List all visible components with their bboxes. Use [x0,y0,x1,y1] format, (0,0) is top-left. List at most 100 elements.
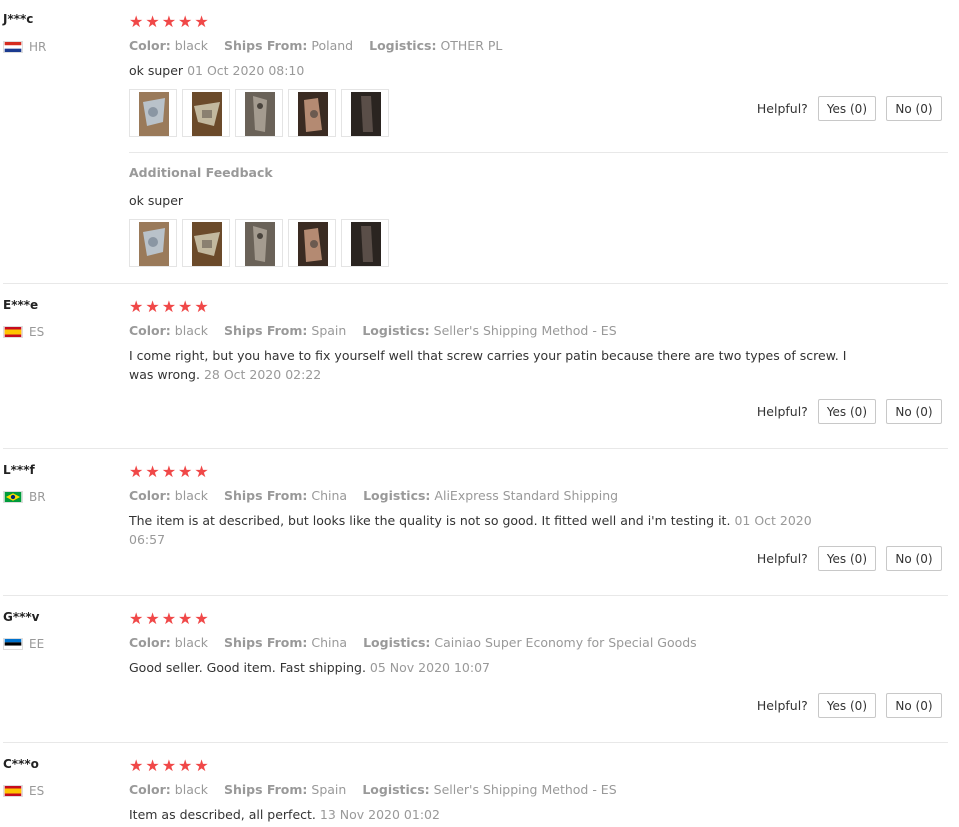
country-code: ES [29,325,45,339]
order-meta: Color: black Ships From: Poland Logistic… [129,38,502,53]
review-divider [3,595,948,596]
helpful-controls: Helpful? Yes (0) No (0) [757,399,942,424]
color-label: Color: [129,782,171,797]
review-body: Item as described, all perfect. [129,807,316,822]
spain-flag-icon [3,785,23,797]
star-icon: ★ [145,12,160,31]
review-date: 01 Oct 2020 08:10 [187,63,305,78]
star-rating: ★ ★ ★ ★ ★ [129,299,209,315]
reviewer-name: J***c [3,12,34,26]
star-icon: ★ [194,609,209,628]
helpful-label: Helpful? [756,404,808,419]
star-rating: ★ ★ ★ ★ ★ [129,611,209,627]
color-label: Color: [129,323,171,338]
star-icon: ★ [161,12,177,31]
review-divider [3,448,948,449]
logistics-value: Seller's Shipping Method - ES [433,323,617,338]
helpful-controls: Helpful? Yes (0) No (0) [757,693,942,718]
star-icon: ★ [129,297,144,316]
ships-from-value: China [311,635,348,650]
review-photo[interactable] [129,219,177,267]
review-photo[interactable] [182,219,230,267]
helpful-no-button[interactable]: No (0) [886,546,942,571]
additional-feedback-label: Additional Feedback [129,165,273,180]
star-icon: ★ [194,12,209,31]
color-value: black [174,782,208,797]
review-text: I come right, but you have to fix yourse… [129,346,849,384]
review-photo[interactable] [341,219,389,267]
review-body: The item is at described, but looks like… [129,513,731,528]
star-rating: ★ ★ ★ ★ ★ [129,14,209,30]
review-divider [3,283,948,284]
star-icon: ★ [178,297,193,316]
logistics-value: Seller's Shipping Method - ES [433,782,617,797]
review-photo[interactable] [129,89,177,137]
helpful-no-button[interactable]: No (0) [886,399,942,424]
logistics-label: Logistics: [369,38,437,53]
star-icon: ★ [129,12,144,31]
country-code: BR [29,490,46,504]
review-body: Good seller. Good item. Fast shipping. [129,660,366,675]
reviewer-country: ES [3,784,44,798]
additional-photos [129,219,389,267]
review-text: Good seller. Good item. Fast shipping. 05… [129,658,849,677]
star-icon: ★ [145,462,160,481]
star-icon: ★ [161,297,177,316]
star-icon: ★ [178,462,193,481]
star-icon: ★ [145,297,160,316]
helpful-yes-button[interactable]: Yes (0) [817,546,876,571]
helpful-yes-button[interactable]: Yes (0) [817,693,876,718]
review-photo[interactable] [288,89,336,137]
helpful-label: Helpful? [756,101,808,116]
review-date: 05 Nov 2020 10:07 [369,660,490,675]
helpful-no-button[interactable]: No (0) [886,693,942,718]
review-text: ok super 01 Oct 2020 08:10 [129,61,849,80]
helpful-controls: Helpful? Yes (0) No (0) [757,96,942,121]
logistics-label: Logistics: [362,323,430,338]
star-icon: ★ [178,12,193,31]
logistics-label: Logistics: [363,488,431,503]
star-icon: ★ [129,462,144,481]
color-value: black [174,38,208,53]
star-icon: ★ [161,462,177,481]
estonia-flag-icon [3,638,23,650]
divider [129,152,948,153]
color-label: Color: [129,38,171,53]
color-value: black [174,323,208,338]
review-text: Item as described, all perfect. 13 Nov 20… [129,805,849,824]
review-photo[interactable] [235,219,283,267]
review-date: 28 Oct 2020 02:22 [203,367,322,382]
star-icon: ★ [194,297,209,316]
reviewer-name: C***o [3,757,39,771]
logistics-value: AliExpress Standard Shipping [434,488,619,503]
color-label: Color: [129,635,171,650]
review-photo[interactable] [182,89,230,137]
helpful-yes-button[interactable]: Yes (0) [817,96,876,121]
star-icon: ★ [145,756,160,775]
color-label: Color: [129,488,171,503]
helpful-yes-button[interactable]: Yes (0) [817,399,876,424]
review-photo[interactable] [341,89,389,137]
review-photos [129,89,389,137]
review-divider [3,742,948,743]
star-icon: ★ [194,462,209,481]
brazil-flag-icon [3,491,23,503]
star-rating: ★ ★ ★ ★ ★ [129,464,209,480]
ships-from-value: Spain [311,782,347,797]
helpful-controls: Helpful? Yes (0) No (0) [757,546,942,571]
color-value: black [174,635,208,650]
helpful-no-button[interactable]: No (0) [886,96,942,121]
country-code: ES [29,784,45,798]
color-value: black [174,488,208,503]
ships-from-label: Ships From: [223,488,308,503]
star-icon: ★ [129,609,144,628]
review-date: 13 Nov 2020 01:02 [319,807,440,822]
ships-from-value: Spain [311,323,347,338]
review-photo[interactable] [288,219,336,267]
star-icon: ★ [145,609,160,628]
ships-from-label: Ships From: [223,38,308,53]
reviewer-name: E***e [3,298,39,312]
star-icon: ★ [178,756,193,775]
ships-from-label: Ships From: [223,782,308,797]
review-photo[interactable] [235,89,283,137]
